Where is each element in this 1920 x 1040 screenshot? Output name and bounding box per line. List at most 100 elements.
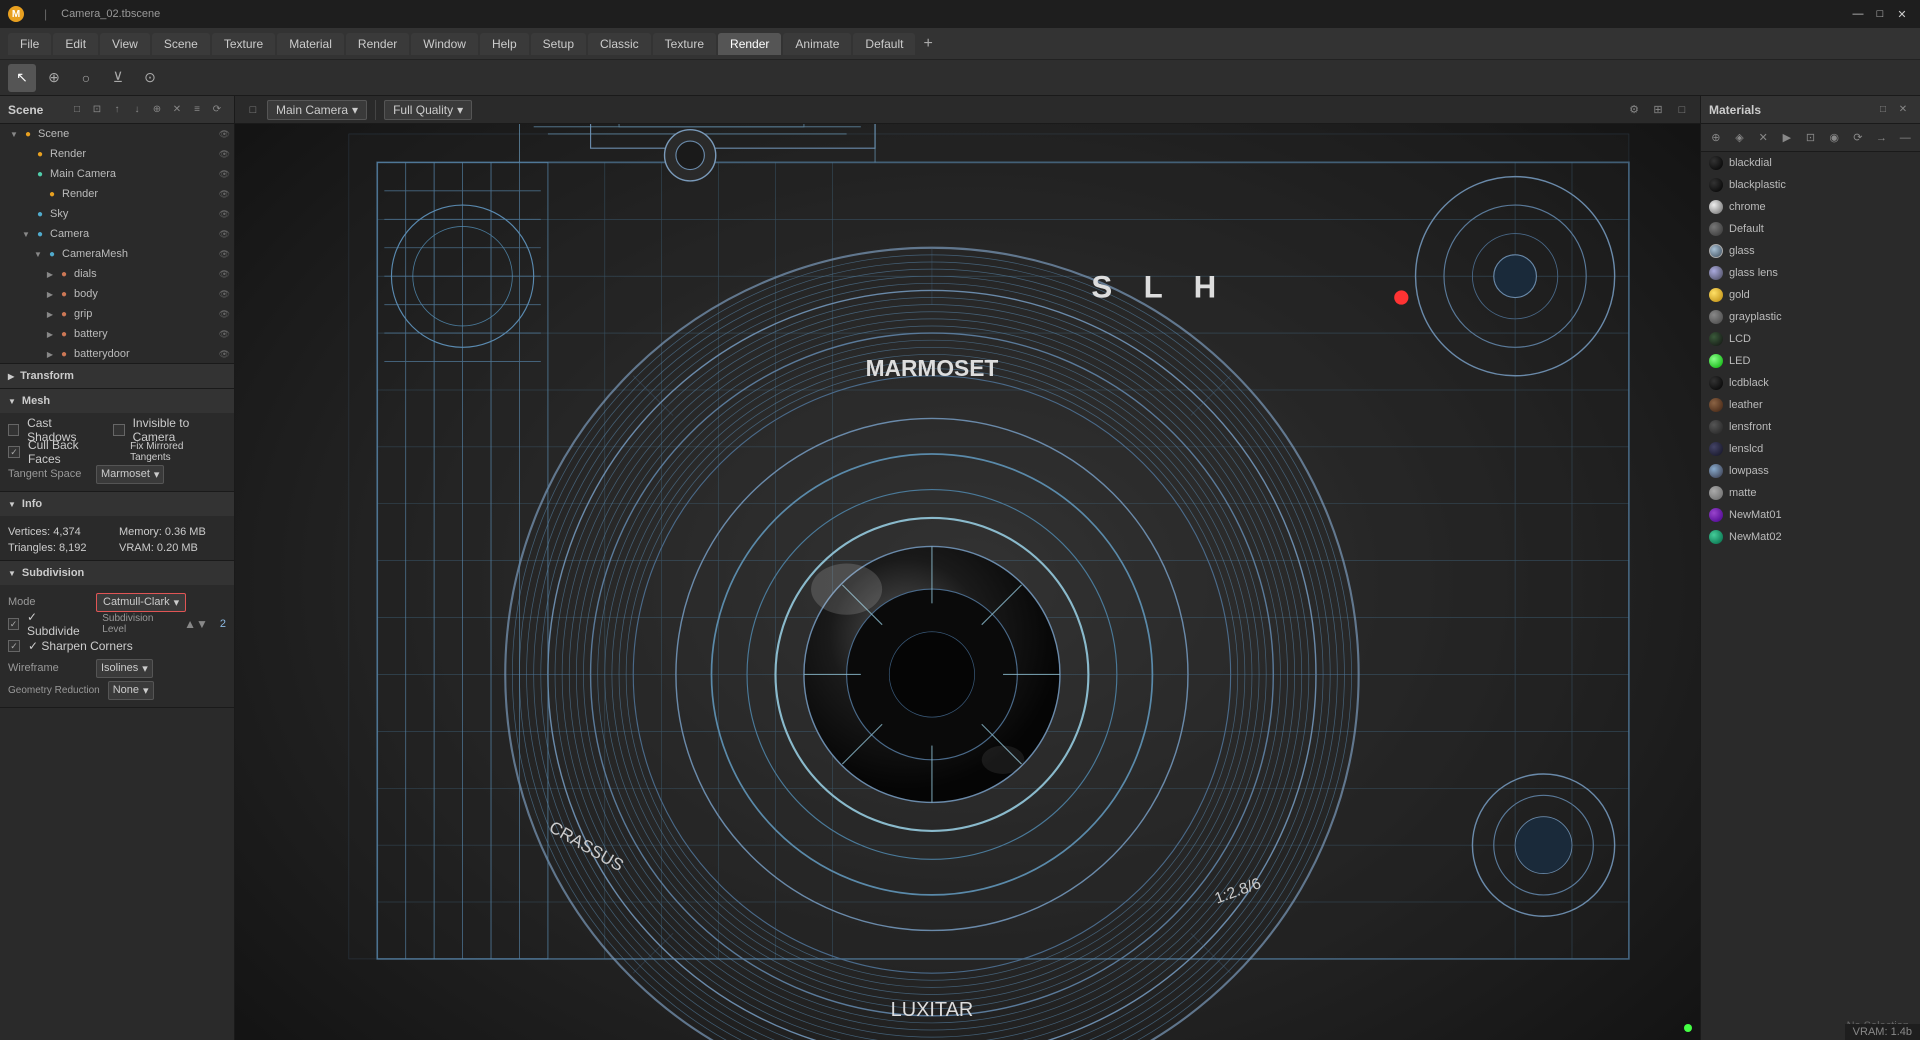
info-section-header[interactable]: ▼ Info (0, 492, 234, 516)
menu-item-edit[interactable]: Edit (53, 33, 98, 55)
scene-icon-6[interactable]: ✕ (168, 101, 186, 119)
tree-item-grip[interactable]: ▶ ● grip 👁 (0, 304, 234, 324)
tree-eye-icon[interactable]: 👁 (219, 269, 230, 280)
menu-item-help[interactable]: Help (480, 33, 529, 55)
camera-view[interactable]: MARMOSET LUXITAR CRASSUS 1:2.8/6 S L H (235, 124, 1700, 1040)
tree-item-body[interactable]: ▶ ● body 👁 (0, 284, 234, 304)
tab-default[interactable]: Default (853, 33, 915, 55)
minimize-button[interactable]: — (1848, 4, 1868, 24)
tab-texture[interactable]: Texture (653, 33, 716, 55)
tree-item-camera[interactable]: ▼ ● Camera 👁 (0, 224, 234, 244)
scene-icon-1[interactable]: □ (68, 101, 86, 119)
tree-eye-icon[interactable]: 👁 (219, 169, 230, 180)
material-item-lowpass[interactable]: lowpass (1701, 460, 1920, 482)
material-item-lenslcd[interactable]: lenslcd (1701, 438, 1920, 460)
menu-item-view[interactable]: View (100, 33, 150, 55)
menu-item-texture[interactable]: Texture (212, 33, 275, 55)
transform-tool[interactable]: ⊙ (136, 64, 164, 92)
menu-item-file[interactable]: File (8, 33, 51, 55)
tab-add-button[interactable]: + (917, 35, 938, 53)
sharpen-checkbox[interactable]: ✓ (8, 640, 20, 652)
tree-eye-icon[interactable]: 👁 (219, 129, 230, 140)
tree-item-cameramesh[interactable]: ▼ ● CameraMesh 👁 (0, 244, 234, 264)
tree-item-battery[interactable]: ▶ ● battery 👁 (0, 324, 234, 344)
material-item-leather[interactable]: leather (1701, 394, 1920, 416)
tree-eye-icon[interactable]: 👁 (219, 189, 230, 200)
tree-eye-icon[interactable]: 👁 (219, 249, 230, 260)
window-controls[interactable]: — □ ✕ (1848, 4, 1912, 24)
material-item-gold[interactable]: gold (1701, 284, 1920, 306)
mat-icon-close[interactable]: ✕ (1894, 101, 1912, 119)
material-item-lcd[interactable]: LCD (1701, 328, 1920, 350)
tab-animate[interactable]: Animate (783, 33, 851, 55)
cull-faces-checkbox[interactable]: ✓ (8, 446, 20, 458)
menu-item-window[interactable]: Window (411, 33, 478, 55)
material-item-led[interactable]: LED (1701, 350, 1920, 372)
camera-dropdown[interactable]: Main Camera ▾ (267, 100, 367, 120)
menu-item-scene[interactable]: Scene (152, 33, 210, 55)
material-item-lcdblack[interactable]: lcdblack (1701, 372, 1920, 394)
vp-settings-icon[interactable]: ⚙ (1624, 100, 1644, 120)
mat-tool-play[interactable]: ▶ (1776, 127, 1798, 149)
move-tool[interactable]: ⊕ (40, 64, 68, 92)
mat-tool-minus[interactable]: — (1894, 127, 1916, 149)
material-item-glass-lens[interactable]: glass lens (1701, 262, 1920, 284)
tab-setup[interactable]: Setup (531, 33, 586, 55)
material-item-blackplastic[interactable]: blackplastic (1701, 174, 1920, 196)
tree-eye-icon[interactable]: 👁 (219, 309, 230, 320)
material-item-newmat01[interactable]: NewMat01 (1701, 504, 1920, 526)
mat-tool-select[interactable]: ◈ (1729, 127, 1751, 149)
scene-icon-8[interactable]: ⟳ (208, 101, 226, 119)
vp-icon-1[interactable]: □ (243, 100, 263, 120)
tree-eye-icon[interactable]: 👁 (219, 209, 230, 220)
scene-icon-4[interactable]: ↓ (128, 101, 146, 119)
tree-item-render[interactable]: ● Render 👁 (0, 144, 234, 164)
tree-item-main-camera[interactable]: ● Main Camera 👁 (0, 164, 234, 184)
material-item-default[interactable]: Default (1701, 218, 1920, 240)
geometry-dropdown[interactable]: None ▾ (108, 681, 154, 700)
tree-item-dials[interactable]: ▶ ● dials 👁 (0, 264, 234, 284)
tree-eye-icon[interactable]: 👁 (219, 329, 230, 340)
mat-tool-refresh[interactable]: ⟳ (1847, 127, 1869, 149)
tab-render[interactable]: Render (718, 33, 781, 55)
tree-eye-icon[interactable]: 👁 (219, 149, 230, 160)
mat-tool-eye[interactable]: ◉ (1823, 127, 1845, 149)
material-item-chrome[interactable]: chrome (1701, 196, 1920, 218)
material-item-blackdial[interactable]: blackdial (1701, 152, 1920, 174)
transform-section-header[interactable]: ▶ Transform (0, 364, 234, 388)
subdivision-section-header[interactable]: ▼ Subdivision (0, 561, 234, 585)
scene-icon-2[interactable]: ⊡ (88, 101, 106, 119)
wireframe-dropdown[interactable]: Isolines ▾ (96, 659, 153, 678)
vp-expand-icon[interactable]: □ (1672, 100, 1692, 120)
tab-classic[interactable]: Classic (588, 33, 651, 55)
tree-eye-icon[interactable]: 👁 (219, 289, 230, 300)
scene-icon-5[interactable]: ⊕ (148, 101, 166, 119)
menu-item-material[interactable]: Material (277, 33, 344, 55)
mat-tool-grid[interactable]: ⊡ (1800, 127, 1822, 149)
rotate-tool[interactable]: ○ (72, 64, 100, 92)
material-item-lensfront[interactable]: lensfront (1701, 416, 1920, 438)
mat-tool-arrow[interactable]: → (1871, 127, 1893, 149)
invisible-camera-checkbox[interactable] (113, 424, 124, 436)
quality-dropdown[interactable]: Full Quality ▾ (384, 100, 472, 120)
menu-item-render[interactable]: Render (346, 33, 409, 55)
scale-tool[interactable]: ⊻ (104, 64, 132, 92)
mode-dropdown[interactable]: Catmull-Clark ▾ (96, 593, 186, 612)
select-tool[interactable]: ↖ (8, 64, 36, 92)
tree-eye-icon[interactable]: 👁 (219, 349, 230, 360)
scene-icon-7[interactable]: ≡ (188, 101, 206, 119)
close-button[interactable]: ✕ (1892, 4, 1912, 24)
tree-item-render2[interactable]: ● Render 👁 (0, 184, 234, 204)
tree-item-batterydoor[interactable]: ▶ ● batterydoor 👁 (0, 344, 234, 364)
subdivide-checkbox[interactable]: ✓ (8, 618, 19, 630)
scene-icon-3[interactable]: ↑ (108, 101, 126, 119)
tree-eye-icon[interactable]: 👁 (219, 229, 230, 240)
material-item-glass[interactable]: glass (1701, 240, 1920, 262)
tree-item-sky[interactable]: ● Sky 👁 (0, 204, 234, 224)
material-item-newmat02[interactable]: NewMat02 (1701, 526, 1920, 548)
tangent-dropdown[interactable]: Marmoset ▾ (96, 465, 164, 484)
cast-shadows-checkbox[interactable] (8, 424, 19, 436)
vp-grid-icon[interactable]: ⊞ (1648, 100, 1668, 120)
mat-tool-delete[interactable]: ✕ (1752, 127, 1774, 149)
mat-tool-add[interactable]: ⊕ (1705, 127, 1727, 149)
